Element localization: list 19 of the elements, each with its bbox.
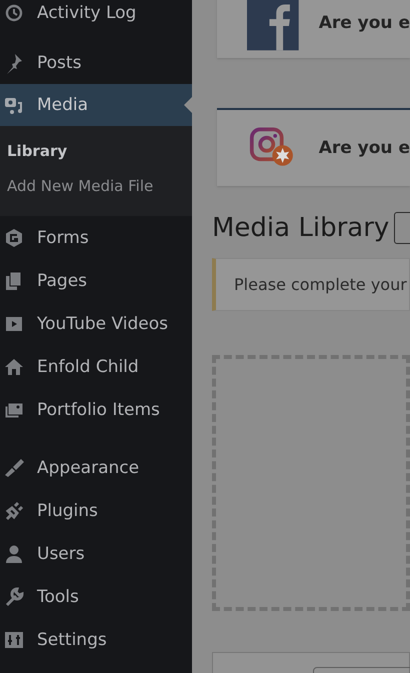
menu-item[interactable]: Users bbox=[0, 532, 192, 575]
submenu-item[interactable]: Add New Media File bbox=[0, 169, 192, 204]
menu-item[interactable]: Plugins bbox=[0, 489, 192, 532]
menu-item[interactable]: Enfold Child bbox=[0, 345, 192, 388]
menu-item[interactable]: Portfolio Items bbox=[0, 388, 192, 431]
menu-item[interactable]: Forms bbox=[0, 216, 192, 259]
menu-item[interactable]: Activity Log bbox=[0, 0, 192, 34]
menu-item[interactable]: YouTube Videos bbox=[0, 302, 192, 345]
menu-item[interactable]: Appearance bbox=[0, 446, 192, 489]
menu-item[interactable]: Media bbox=[0, 84, 192, 126]
menu-item[interactable]: Posts bbox=[0, 41, 192, 84]
notice-text: Are you e bbox=[318, 138, 410, 158]
notice-text: Are you e bbox=[318, 13, 410, 33]
submenu-item[interactable]: Library bbox=[0, 134, 192, 169]
menu-item[interactable]: Tools bbox=[0, 575, 192, 618]
menu-item[interactable]: Settings bbox=[0, 618, 192, 661]
menu-item[interactable]: Pages bbox=[0, 259, 192, 302]
page-title: Media Library bbox=[212, 213, 390, 243]
alert-notice: Please complete your bbox=[212, 258, 410, 311]
